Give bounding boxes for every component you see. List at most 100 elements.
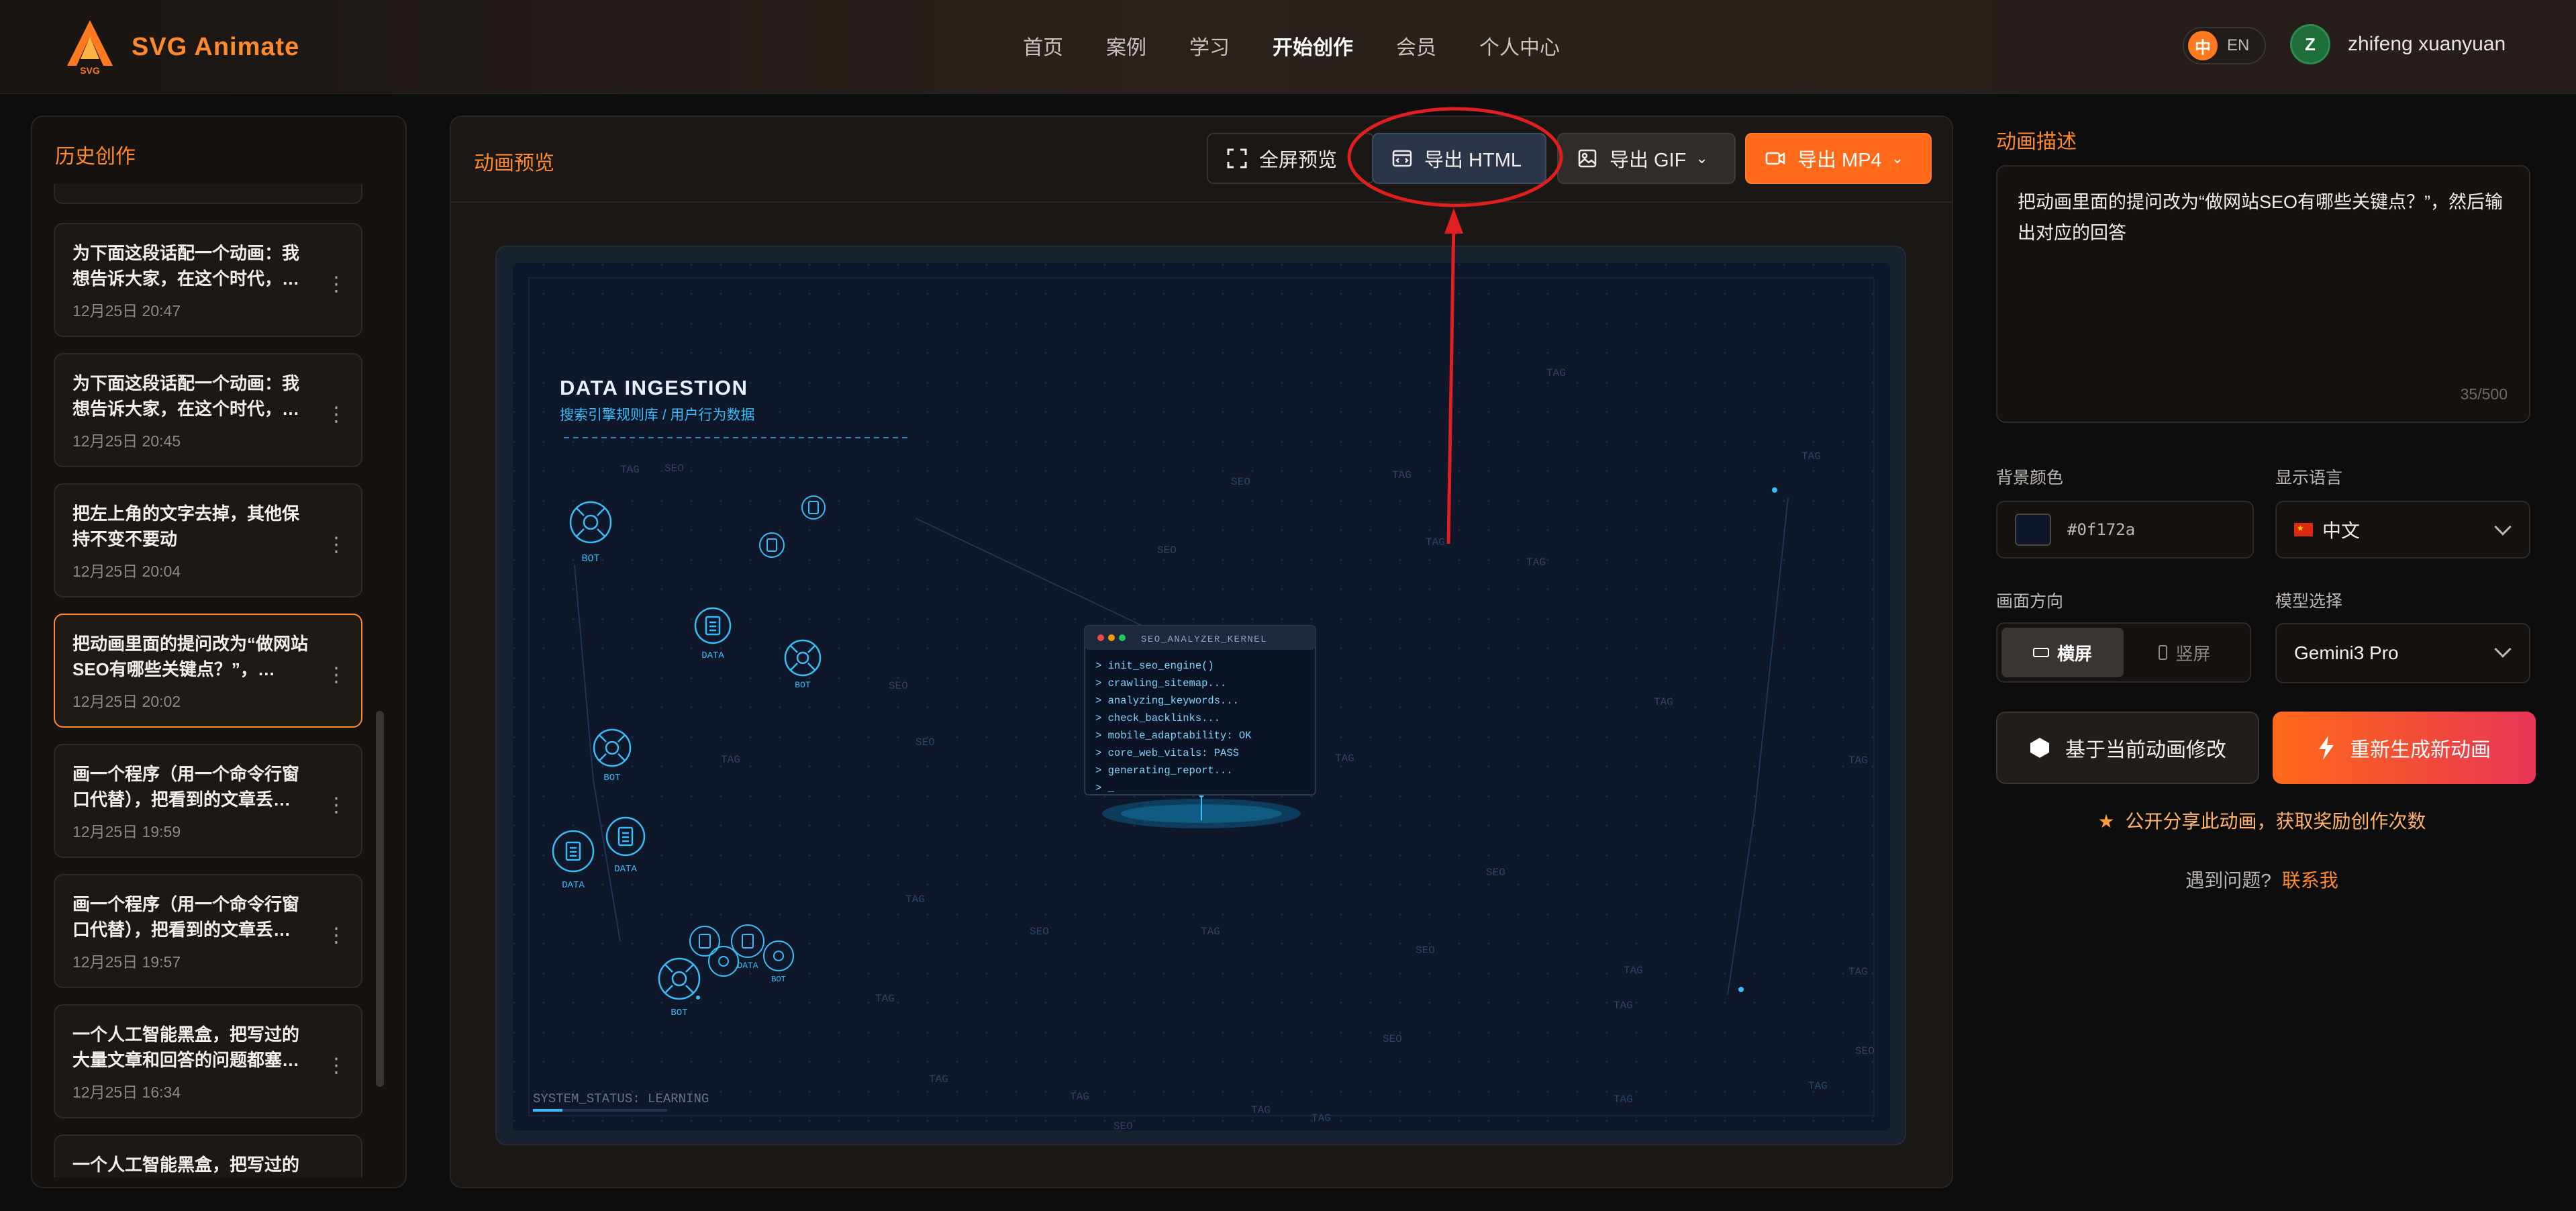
history-card-time: 12月25日 20:04: [72, 563, 181, 580]
nav-learn[interactable]: 学习: [1189, 31, 1230, 60]
more-icon[interactable]: ⋮: [326, 793, 346, 817]
language-select[interactable]: ★ 中文: [2275, 501, 2530, 559]
svg-text:TAG: TAG: [1546, 367, 1566, 379]
history-card-active[interactable]: 把动画里面的提问改为“做网站SEO有哪些关键点？”，… 12月25日 20:02…: [54, 614, 362, 728]
help-row: 遇到问题? 联系我: [1973, 866, 2550, 893]
more-icon[interactable]: ⋮: [326, 924, 346, 947]
history-card[interactable]: 一个人工智能黑盒，把写过的大量文章和回答的问题都塞… 12月25日 16:34 …: [54, 1004, 362, 1118]
history-panel: 历史创作 为下面这段话配一个动画：我想告诉大家，在这个时代，… 12月25日 2…: [31, 115, 407, 1188]
modify-animation-button[interactable]: 基于当前动画修改: [1996, 712, 2259, 784]
regenerate-animation-button[interactable]: 重新生成新动画: [2273, 712, 2536, 784]
chevron-down-icon: [2494, 640, 2512, 658]
logo-text: SVG Animate: [132, 32, 300, 61]
desc-label: 动画描述: [1996, 131, 2077, 153]
svg-text:SEO: SEO: [915, 736, 935, 748]
bg-color-field[interactable]: #0f172a: [1996, 501, 2254, 559]
svg-text:SEO: SEO: [1383, 1033, 1402, 1045]
history-card-text: 把左上角的文字去掉，其他保持不变不要动: [72, 503, 300, 549]
animation-stage[interactable]: DATA INGESTION 搜索引擎规则库 / 用户行为数据 TAG SEO …: [495, 246, 1906, 1145]
nav-cases[interactable]: 案例: [1106, 31, 1146, 60]
history-card[interactable]: 一个人工智能黑盒，把写过的: [54, 1134, 362, 1177]
nav-home[interactable]: 首页: [1023, 31, 1063, 60]
language-toggle[interactable]: 中 EN: [2183, 27, 2266, 64]
lang-zh[interactable]: 中: [2188, 31, 2218, 60]
svg-text:BOT: BOT: [795, 680, 811, 690]
svg-text:SEO: SEO: [1855, 1045, 1875, 1057]
main-nav: 首页 案例 学习 开始创作 会员 个人中心: [1023, 31, 1603, 60]
hexagon-icon: [2030, 738, 2049, 758]
svg-text:TAG: TAG: [905, 893, 925, 906]
history-card[interactable]: 为下面这段话配一个动画：我想告诉大家，在这个时代，… 12月25日 20:47 …: [54, 223, 362, 337]
preview-panel: 动画预览 全屏预览 导出 HTML 导出 GIF ⌄ 导出 MP4 ⌄ DATA…: [450, 115, 1953, 1188]
svg-text:> mobile_adaptability: OK: > mobile_adaptability: OK: [1095, 730, 1252, 742]
nav-membership[interactable]: 会员: [1396, 31, 1436, 60]
fullscreen-icon: [1227, 148, 1247, 168]
more-icon[interactable]: ⋮: [326, 663, 346, 687]
orientation-label: 画面方向: [1996, 592, 2064, 611]
logo[interactable]: SVG SVG Animate: [64, 19, 300, 76]
svg-text:SEO: SEO: [1157, 544, 1177, 556]
regen-label: 重新生成新动画: [2350, 739, 2491, 761]
contact-link[interactable]: 联系我: [2282, 870, 2338, 891]
nav-create[interactable]: 开始创作: [1273, 31, 1353, 60]
history-card[interactable]: 画一个程序（用一个命令行窗口代替），把看到的文章丢… 12月25日 19:59 …: [54, 744, 362, 858]
export-html-button[interactable]: 导出 HTML: [1372, 133, 1546, 184]
history-list[interactable]: 为下面这段话配一个动画：我想告诉大家，在这个时代，… 12月25日 20:47 …: [54, 184, 362, 1177]
history-card-text: 一个人工智能黑盒，把写过的: [72, 1155, 300, 1175]
user-menu[interactable]: Z zhifeng xuanyuan: [2290, 24, 2506, 64]
history-scrollbar[interactable]: [376, 711, 384, 1087]
more-icon[interactable]: ⋮: [326, 533, 346, 556]
lang-en[interactable]: EN: [2227, 36, 2249, 55]
fullscreen-button[interactable]: 全屏预览: [1207, 133, 1375, 184]
svg-text:SEO: SEO: [889, 680, 908, 692]
user-name[interactable]: zhifeng xuanyuan: [2348, 33, 2506, 56]
system-status: SYSTEM_STATUS: LEARNING: [533, 1092, 709, 1106]
svg-text:TAG: TAG: [1335, 753, 1354, 765]
export-mp4-button[interactable]: 导出 MP4 ⌄: [1745, 133, 1932, 184]
terminal-title: SEO_ANALYZER_KERNEL: [1141, 634, 1267, 645]
nav-profile[interactable]: 个人中心: [1479, 31, 1560, 60]
more-icon[interactable]: ⋮: [326, 273, 346, 296]
modify-label: 基于当前动画修改: [2065, 739, 2226, 761]
history-card-text: 把动画里面的提问改为“做网站SEO有哪些关键点？”，…: [72, 634, 309, 679]
history-card-partial[interactable]: [54, 184, 362, 204]
orientation-portrait[interactable]: 竖屏: [2124, 628, 2246, 677]
history-card-text: 画一个程序（用一个命令行窗口代替），把看到的文章丢…: [72, 894, 300, 940]
animation-canvas: DATA INGESTION 搜索引擎规则库 / 用户行为数据 TAG SEO …: [513, 263, 1890, 1130]
export-gif-button[interactable]: 导出 GIF ⌄: [1557, 133, 1736, 184]
more-icon[interactable]: ⋮: [326, 403, 346, 426]
description-textarea[interactable]: 把动画里面的提问改为“做网站SEO有哪些关键点？”，然后输出对应的回答 35/5…: [1996, 165, 2530, 423]
history-card-time: 12月25日 19:57: [72, 953, 181, 971]
language-label: 显示语言: [2275, 469, 2343, 487]
image-icon: [1577, 148, 1597, 168]
svg-text:SEO: SEO: [1416, 944, 1435, 957]
svg-text:TAG: TAG: [620, 464, 640, 476]
landscape-icon: [2032, 648, 2049, 657]
orientation-landscape[interactable]: 横屏: [2001, 628, 2124, 677]
svg-text:TAG: TAG: [1624, 965, 1643, 977]
share-link[interactable]: ★ 公开分享此动画，获取奖励创作次数: [1973, 807, 2550, 834]
video-icon: [1765, 148, 1785, 168]
svg-text:TAG: TAG: [1808, 1080, 1828, 1092]
svg-text:TAG: TAG: [1654, 696, 1673, 708]
orientation-toggle[interactable]: 横屏 竖屏: [1996, 622, 2251, 683]
color-swatch[interactable]: [2015, 514, 2051, 546]
flag-icon: ★: [2294, 523, 2313, 536]
lightning-icon: [2319, 736, 2334, 760]
chevron-down-icon: ⌄: [1891, 150, 1904, 166]
more-icon[interactable]: ⋮: [326, 1054, 346, 1077]
chevron-down-icon: ⌄: [1695, 150, 1708, 166]
avatar[interactable]: Z: [2290, 24, 2330, 64]
history-card[interactable]: 把左上角的文字去掉，其他保持不变不要动 12月25日 20:04 ⋮: [54, 483, 362, 597]
char-count: 35/500: [2460, 385, 2508, 403]
portrait-icon: [2159, 645, 2168, 660]
model-select[interactable]: Gemini3 Pro: [2275, 623, 2530, 683]
preview-title: 动画预览: [474, 152, 554, 175]
history-card[interactable]: 为下面这段话配一个动画：我想告诉大家，在这个时代，… 12月25日 20:45 …: [54, 353, 362, 467]
history-card-time: 12月25日 20:47: [72, 302, 181, 320]
svg-text:BOT: BOT: [671, 1008, 687, 1018]
svg-text:> generating_report...: > generating_report...: [1095, 765, 1233, 777]
model-value: Gemini3 Pro: [2294, 642, 2399, 663]
code-window-icon: [1392, 148, 1412, 168]
history-card[interactable]: 画一个程序（用一个命令行窗口代替），把看到的文章丢… 12月25日 19:57 …: [54, 874, 362, 988]
